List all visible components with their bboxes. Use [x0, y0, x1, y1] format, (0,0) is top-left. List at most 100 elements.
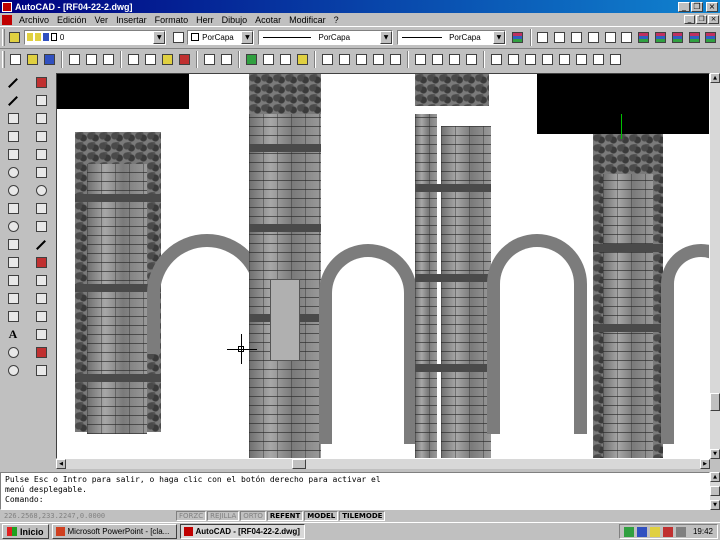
drawing-canvas[interactable]	[56, 73, 710, 459]
scroll-thumb[interactable]	[710, 486, 720, 496]
web-browser-button[interactable]	[243, 51, 259, 67]
array-button[interactable]	[32, 146, 50, 163]
draw-point-button[interactable]	[4, 272, 22, 289]
tray-app-icon[interactable]	[636, 526, 647, 537]
redraw-button[interactable]	[353, 51, 369, 67]
scroll-down-button[interactable]: ▼	[710, 500, 720, 510]
color-combo[interactable]: PorCapa ▼	[187, 29, 255, 45]
menu-formato[interactable]: Formato	[151, 15, 193, 25]
close-button[interactable]: ×	[706, 1, 718, 12]
clock[interactable]: 19:42	[693, 527, 713, 536]
fillet-button[interactable]	[32, 326, 50, 343]
view-left-button[interactable]	[568, 29, 584, 45]
taskbar-autocad-button[interactable]: AutoCAD - [RF04-22-2.dwg]	[179, 524, 305, 539]
view-nw-iso-button[interactable]	[686, 29, 702, 45]
zoom-extents-button[interactable]	[539, 51, 555, 67]
scale-button[interactable]	[32, 200, 50, 217]
model-toggle[interactable]: MODEL	[304, 511, 339, 521]
menu-archivo[interactable]: Archivo	[15, 15, 53, 25]
insert-block-button[interactable]	[4, 236, 22, 253]
command-prompt[interactable]: Comando:	[5, 495, 705, 505]
chevron-down-icon[interactable]: ▼	[153, 30, 166, 44]
make-block-button[interactable]	[4, 254, 22, 271]
draw-circle-button[interactable]	[4, 182, 22, 199]
zoom-all-button[interactable]	[522, 51, 538, 67]
view-front-button[interactable]	[602, 29, 618, 45]
insert-hyperlink-button[interactable]	[260, 51, 276, 67]
draw-revcloud-button[interactable]	[4, 362, 22, 379]
command-scrollbar[interactable]: ▲ ▼	[710, 472, 720, 510]
draw-polyline-button[interactable]	[4, 110, 22, 127]
draw-arc-button[interactable]	[4, 164, 22, 181]
draw-line-button[interactable]	[4, 74, 22, 91]
make-object-layer-current-button[interactable]	[170, 29, 186, 45]
draw-donut-button[interactable]	[4, 344, 22, 361]
save-button[interactable]	[41, 51, 57, 67]
scroll-thumb[interactable]	[710, 393, 720, 411]
insert-object-button[interactable]	[277, 51, 293, 67]
ucs-button[interactable]	[319, 51, 335, 67]
draw-ellipse-button[interactable]	[4, 218, 22, 235]
draw-rectangle-button[interactable]	[4, 146, 22, 163]
copy-button[interactable]	[142, 51, 158, 67]
undo-button[interactable]	[201, 51, 217, 67]
offset-button[interactable]	[32, 128, 50, 145]
chevron-down-icon[interactable]: ▼	[380, 30, 393, 44]
open-button[interactable]	[24, 51, 40, 67]
menu-acotar[interactable]: Acotar	[251, 15, 285, 25]
zoom-scale-button[interactable]	[556, 51, 572, 67]
view-se-iso-button[interactable]	[653, 29, 669, 45]
doc-minimize-button[interactable]: _	[684, 15, 695, 24]
scroll-thumb[interactable]	[292, 459, 306, 469]
hatch-button[interactable]	[4, 290, 22, 307]
drawing-horizontal-scrollbar[interactable]: ◀ ▶	[56, 459, 710, 469]
scroll-down-button[interactable]: ▼	[710, 449, 720, 459]
pan-button[interactable]	[412, 51, 428, 67]
match-properties-button[interactable]	[176, 51, 192, 67]
zoom-window-button[interactable]	[446, 51, 462, 67]
zoom-object-button[interactable]	[607, 51, 623, 67]
rotate-button[interactable]	[32, 182, 50, 199]
zoom-dynamic-button[interactable]	[590, 51, 606, 67]
doc-close-button[interactable]: ×	[708, 15, 719, 24]
properties-button[interactable]	[510, 29, 526, 45]
start-button[interactable]: Inicio	[2, 524, 49, 539]
drawing-vertical-scrollbar[interactable]: ▲ ▼	[710, 73, 720, 459]
break-button[interactable]	[32, 290, 50, 307]
scroll-up-button[interactable]: ▲	[710, 73, 720, 83]
tracking-button[interactable]	[294, 51, 310, 67]
named-views-button[interactable]	[370, 51, 386, 67]
taskbar-powerpoint-button[interactable]: Microsoft PowerPoint - [cla...	[51, 524, 177, 539]
camera-button[interactable]	[703, 29, 719, 45]
redo-button[interactable]	[218, 51, 234, 67]
antivirus-icon[interactable]	[662, 526, 673, 537]
autocad-app-icon[interactable]	[2, 1, 12, 12]
spelling-button[interactable]	[100, 51, 116, 67]
print-preview-button[interactable]	[83, 51, 99, 67]
region-button[interactable]	[4, 308, 22, 325]
stretch-button[interactable]	[32, 218, 50, 235]
layer-combo[interactable]: 0 ▼	[23, 29, 167, 45]
pedit-button[interactable]	[32, 362, 50, 379]
linetype-combo[interactable]: PorCapa ▼	[258, 29, 394, 45]
scroll-up-button[interactable]: ▲	[710, 472, 720, 482]
menu-ayuda[interactable]: ?	[330, 15, 343, 25]
paste-button[interactable]	[159, 51, 175, 67]
explode-button[interactable]	[32, 344, 50, 361]
multiline-text-button[interactable]: A	[4, 326, 22, 343]
move-button[interactable]	[32, 164, 50, 181]
view-back-button[interactable]	[619, 29, 635, 45]
grid-toggle[interactable]: REJILLA	[207, 511, 240, 521]
view-bottom-button[interactable]	[552, 29, 568, 45]
menu-herr[interactable]: Herr	[192, 15, 218, 25]
menu-insertar[interactable]: Insertar	[112, 15, 151, 25]
draw-xline-button[interactable]	[4, 92, 22, 109]
zoom-center-button[interactable]	[573, 51, 589, 67]
toolbar-grip[interactable]	[2, 50, 5, 68]
view-top-button[interactable]	[535, 29, 551, 45]
cut-button[interactable]	[125, 51, 141, 67]
draw-polygon-button[interactable]	[4, 128, 22, 145]
chamfer-button[interactable]	[32, 308, 50, 325]
chevron-down-icon[interactable]: ▼	[241, 30, 254, 44]
scroll-right-button[interactable]: ▶	[700, 459, 710, 469]
